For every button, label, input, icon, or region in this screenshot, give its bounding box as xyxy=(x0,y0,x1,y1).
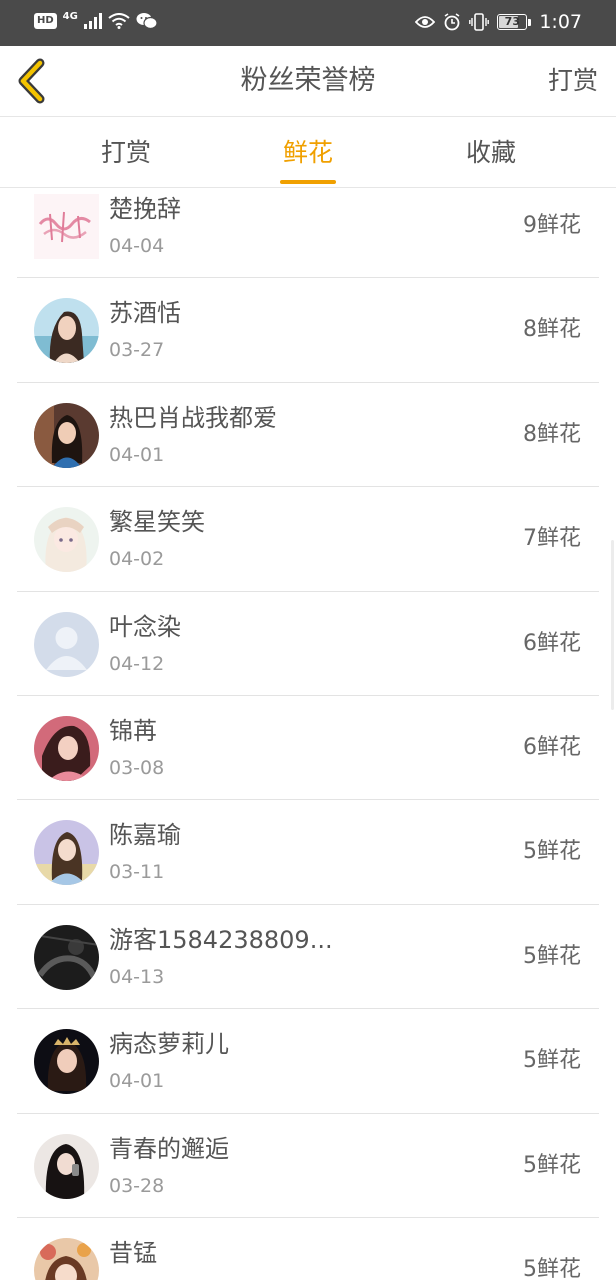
flower-count: 8鲜花 xyxy=(523,421,581,447)
avatar[interactable] xyxy=(34,1237,99,1280)
avatar[interactable] xyxy=(34,924,99,990)
list-item[interactable]: 昔锰 5鲜花 xyxy=(17,1218,599,1280)
fan-date: 03-08 xyxy=(109,756,165,779)
avatar[interactable] xyxy=(34,298,99,364)
list-item[interactable]: 陈嘉瑜 03-11 5鲜花 xyxy=(17,800,599,905)
wechat-icon xyxy=(136,13,158,30)
status-bar: HD 4G 73 1:07 xyxy=(0,0,616,46)
fan-name: 繁星笑笑 xyxy=(109,508,205,537)
fan-date: 04-12 xyxy=(109,652,165,675)
fan-date: 03-11 xyxy=(109,861,165,884)
battery-percent: 73 xyxy=(504,15,520,28)
logo-text-avatar xyxy=(34,194,99,259)
alarm-icon xyxy=(444,13,460,31)
flower-count: 6鲜花 xyxy=(523,630,581,656)
flower-count: 6鲜花 xyxy=(523,734,581,760)
battery-icon: 73 xyxy=(497,14,528,30)
flower-count: 9鲜花 xyxy=(523,213,581,238)
status-bar-right: 73 1:07 xyxy=(415,10,582,34)
illustration-avatar xyxy=(34,1237,99,1280)
list-item[interactable]: 青春的邂逅 03-28 5鲜花 xyxy=(17,1114,599,1218)
flower-count: 5鲜花 xyxy=(523,1152,581,1178)
tab-favorites[interactable]: 收藏 xyxy=(431,117,551,187)
avatar[interactable] xyxy=(34,715,99,781)
photo-avatar xyxy=(34,820,99,886)
tab-label: 收藏 xyxy=(465,138,516,167)
illustration-avatar xyxy=(34,507,99,573)
signal-icon xyxy=(83,13,102,29)
flower-count: 7鲜花 xyxy=(523,526,581,552)
fan-name: 热巴肖战我都爱 xyxy=(109,403,277,432)
back-button[interactable] xyxy=(14,57,58,105)
flower-count: 5鲜花 xyxy=(523,1256,581,1280)
fan-name: 游客1584238809... xyxy=(109,925,333,954)
tab-label: 鲜花 xyxy=(282,138,333,167)
hd-badge: HD xyxy=(34,13,57,29)
fan-date: 04-01 xyxy=(109,443,165,466)
default-avatar xyxy=(34,611,99,677)
reward-button[interactable]: 打赏 xyxy=(548,46,598,116)
list-item[interactable]: 苏酒恬 03-27 8鲜花 xyxy=(17,278,599,383)
photo-avatar xyxy=(34,1029,99,1095)
avatar[interactable] xyxy=(34,1029,99,1095)
fan-name: 叶念染 xyxy=(109,612,181,641)
active-tab-indicator xyxy=(280,180,336,184)
flower-count: 5鲜花 xyxy=(523,1048,581,1074)
avatar[interactable] xyxy=(34,402,99,468)
avatar[interactable] xyxy=(34,611,99,677)
fan-date: 04-04 xyxy=(109,235,165,257)
fan-date: 03-28 xyxy=(109,1174,165,1197)
fan-date: 04-02 xyxy=(109,548,165,571)
fan-name: 楚挽辞 xyxy=(109,195,181,223)
fan-date: 03-27 xyxy=(109,339,165,362)
fan-list[interactable]: 楚挽辞 04-04 9鲜花 苏酒恬 03-27 8鲜花 热巴肖战我都爱 04-0… xyxy=(0,188,616,1280)
fan-name: 锦苒 xyxy=(109,716,157,745)
status-bar-left: HD 4G xyxy=(34,12,158,30)
fan-list-content: 楚挽辞 04-04 9鲜花 苏酒恬 03-27 8鲜花 热巴肖战我都爱 04-0… xyxy=(0,188,616,1280)
avatar[interactable] xyxy=(34,507,99,573)
flower-count: 5鲜花 xyxy=(523,943,581,969)
vibrate-icon xyxy=(469,13,490,31)
chevron-left-icon xyxy=(18,58,45,104)
dark-photo-avatar xyxy=(34,924,99,990)
photo-avatar xyxy=(34,298,99,364)
flower-count: 8鲜花 xyxy=(523,317,581,343)
scrollbar[interactable] xyxy=(611,540,614,710)
avatar[interactable] xyxy=(34,194,99,259)
fan-date: 04-13 xyxy=(109,965,165,988)
photo-avatar xyxy=(34,402,99,468)
fan-name: 昔锰 xyxy=(109,1238,157,1267)
list-item[interactable]: 病态萝莉儿 04-01 5鲜花 xyxy=(17,1009,599,1114)
eye-icon xyxy=(415,16,436,28)
tab-reward[interactable]: 打赏 xyxy=(66,117,186,187)
photo-avatar xyxy=(34,715,99,781)
page-title: 粉丝荣誉榜 xyxy=(240,65,376,96)
list-item[interactable]: 繁星笑笑 04-02 7鲜花 xyxy=(17,487,599,592)
fan-name: 苏酒恬 xyxy=(109,299,181,328)
clock: 1:07 xyxy=(539,11,582,33)
list-item[interactable]: 楚挽辞 04-04 9鲜花 xyxy=(17,188,599,279)
tab-label: 打赏 xyxy=(100,138,151,167)
battery-indicator: 73 xyxy=(497,14,532,30)
tab-bar: 打赏 鲜花 收藏 xyxy=(0,117,616,188)
battery-tip xyxy=(528,18,532,26)
fan-date: 04-01 xyxy=(109,1070,165,1093)
fan-name: 病态萝莉儿 xyxy=(109,1030,229,1059)
list-item[interactable]: 游客1584238809... 04-13 5鲜花 xyxy=(17,905,599,1010)
avatar[interactable] xyxy=(34,820,99,886)
photo-avatar xyxy=(34,1133,99,1199)
flower-count: 5鲜花 xyxy=(523,839,581,865)
list-item[interactable]: 热巴肖战我都爱 04-01 8鲜花 xyxy=(17,383,599,488)
tab-flowers[interactable]: 鲜花 xyxy=(248,117,368,187)
fan-name: 陈嘉瑜 xyxy=(109,821,181,850)
list-item[interactable]: 叶念染 04-12 6鲜花 xyxy=(17,592,599,696)
wifi-icon xyxy=(108,13,130,29)
network-type: 4G xyxy=(62,11,78,22)
app-header: 粉丝荣誉榜 打赏 xyxy=(0,46,616,117)
list-item[interactable]: 锦苒 03-08 6鲜花 xyxy=(17,696,599,801)
avatar[interactable] xyxy=(34,1133,99,1199)
fan-name: 青春的邂逅 xyxy=(109,1134,229,1163)
